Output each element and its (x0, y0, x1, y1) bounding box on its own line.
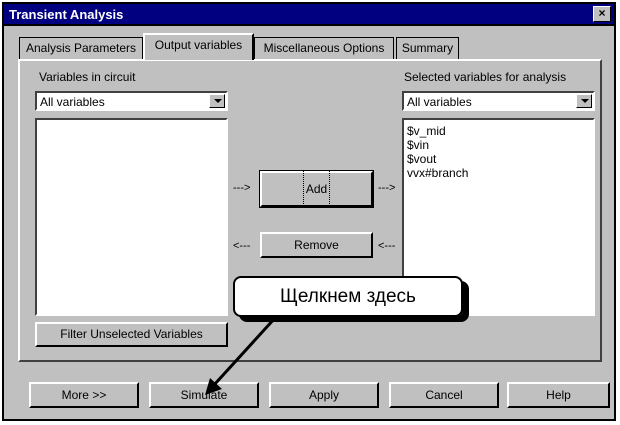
arrow-icon (205, 316, 277, 395)
